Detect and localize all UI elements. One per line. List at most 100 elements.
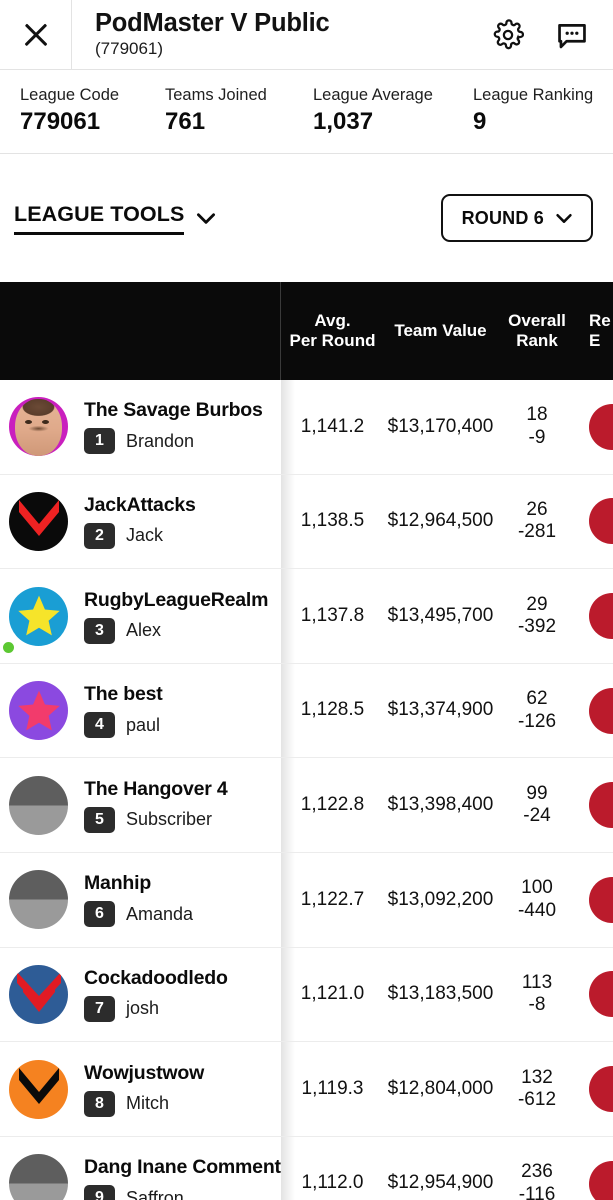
- team-name: Wowjustwow: [84, 1061, 205, 1084]
- cell-avg-per-round: 1,128.5: [300, 699, 365, 721]
- stat-value: 9: [473, 108, 487, 136]
- stat-label: League Code: [20, 86, 120, 104]
- avatar[interactable]: [9, 870, 68, 930]
- avatar[interactable]: [9, 586, 68, 646]
- table-row[interactable]: The Hangover 4 5 Subscriber 1,122.8 $13,398,…: [0, 758, 613, 854]
- player-chip-icon[interactable]: [589, 1160, 613, 1200]
- owner-line: 3 Alex: [84, 617, 268, 644]
- team-name: The best: [84, 683, 163, 706]
- overall-rank-delta: -612: [517, 1089, 557, 1111]
- avatar[interactable]: [9, 775, 68, 835]
- position-badge: 4: [84, 712, 115, 739]
- team-name: JackAttacks: [84, 493, 196, 516]
- team-cell[interactable]: Wowjustwow 8 Mitch: [0, 1042, 295, 1136]
- column-header-line1: Overall: [508, 311, 566, 331]
- avatar[interactable]: [9, 491, 68, 551]
- table-row[interactable]: Manhip 6 Amanda 1,122.7 $13,092,200 100 -440: [0, 853, 613, 948]
- cell-overall-rank: 62 -126: [497, 688, 577, 733]
- overall-rank-delta: -116: [518, 1183, 556, 1200]
- owner-name: Amanda: [126, 903, 194, 924]
- table-row[interactable]: JackAttacks 2 Jack 1,138.5 $12,964,500 26 -281: [0, 474, 613, 570]
- player-chip-icon[interactable]: [589, 1066, 613, 1113]
- column-header-team-value[interactable]: Team Value: [384, 321, 497, 341]
- player-chip-icon[interactable]: [589, 687, 613, 734]
- table-row[interactable]: The best 4 paul 1,128.5 $13,374,900 62 -126: [0, 663, 613, 759]
- position-badge: 3: [84, 617, 115, 644]
- column-header-line2: Per Round: [289, 331, 376, 351]
- chat-button[interactable]: [553, 16, 591, 54]
- team-info: Dang Inane Comment 9 Saffron: [84, 1156, 281, 1200]
- table-row[interactable]: RugbyLeagueRealm 3 Alex 1,137.8 $13,495,700 2…: [0, 569, 613, 664]
- team-cell[interactable]: The best 4 paul: [0, 663, 295, 758]
- team-cell[interactable]: Dang Inane Comment 9 Saffron: [0, 1136, 295, 1200]
- league-tools-dropdown[interactable]: LEAGUE TOOLS: [14, 202, 219, 235]
- player-chip-icon[interactable]: [589, 593, 613, 640]
- position-badge: 5: [84, 806, 115, 833]
- cell-avg-per-round: 1,122.8: [300, 794, 365, 816]
- cell-overall-rank: 100 -440: [497, 877, 577, 922]
- column-header-line1: Avg.: [314, 311, 351, 331]
- online-status-dot: [1, 639, 16, 655]
- cell-team-value: $12,954,900: [387, 1172, 494, 1194]
- table-header-row: Avg. Per Round Team Value Overall Rank R…: [0, 282, 613, 381]
- column-header-truncated[interactable]: Re E: [577, 311, 613, 351]
- avatar[interactable]: [9, 964, 68, 1024]
- table-body: The Savage Burbos 1 Brandon 1,141.2 $13,170,…: [0, 380, 613, 1200]
- owner-name: Mitch: [126, 1093, 170, 1114]
- avatar[interactable]: [9, 1059, 68, 1119]
- stat-value: 779061: [20, 108, 101, 136]
- overall-rank-value: 100: [521, 877, 553, 899]
- player-chip-icon[interactable]: [589, 498, 613, 545]
- column-header-overall-rank[interactable]: Overall Rank: [497, 311, 577, 351]
- team-cell[interactable]: The Savage Burbos 1 Brandon: [0, 380, 295, 474]
- overall-rank-value: 236: [521, 1161, 553, 1183]
- avatar[interactable]: [9, 397, 68, 457]
- cell-overall-rank: 236 -116: [497, 1161, 577, 1200]
- team-name: The Savage Burbos: [84, 399, 263, 422]
- overall-rank-value: 18: [526, 404, 548, 426]
- overall-rank-delta: -8: [528, 994, 546, 1016]
- round-selector-button[interactable]: ROUND 6: [440, 194, 593, 243]
- player-chip-icon[interactable]: [589, 876, 613, 923]
- player-chip-icon[interactable]: [589, 971, 613, 1018]
- stat-league-code: League Code 779061: [0, 84, 145, 137]
- chevron-emblem-icon: [18, 1068, 59, 1105]
- team-cell[interactable]: Cockadoodledo 7 josh: [0, 947, 295, 1042]
- page-title-block: PodMaster V Public (779061): [72, 0, 489, 69]
- column-header-line2: Rank: [516, 331, 558, 351]
- team-cell[interactable]: Manhip 6 Amanda: [0, 853, 295, 947]
- avatar[interactable]: [9, 681, 68, 741]
- close-button[interactable]: [0, 0, 72, 69]
- position-badge: 6: [84, 901, 115, 928]
- page-subtitle: (779061): [95, 39, 164, 59]
- table-row[interactable]: Cockadoodledo 7 josh 1,121.0 $13,183,500 113-…: [0, 947, 613, 1043]
- team-info: The Hangover 4 5 Subscriber: [84, 778, 228, 833]
- cell-overall-rank: 99 -24: [497, 783, 577, 828]
- team-cell[interactable]: JackAttacks 2 Jack: [0, 474, 295, 569]
- overall-rank-value: 26: [526, 499, 548, 521]
- cell-overall-rank: 26 -281: [497, 499, 577, 544]
- overall-rank-value: 113: [521, 972, 553, 994]
- avatar[interactable]: [9, 1154, 68, 1200]
- overall-rank-delta: -24: [523, 805, 551, 827]
- table-row[interactable]: The Savage Burbos 1 Brandon 1,141.2 $13,170,…: [0, 380, 613, 475]
- cell-team-value: $13,398,400: [387, 794, 494, 816]
- league-tools-label: LEAGUE TOOLS: [14, 202, 185, 235]
- avatar-photo: [15, 399, 62, 457]
- column-header-avg-per-round[interactable]: Avg. Per Round: [281, 311, 384, 351]
- table-row[interactable]: Wowjustwow 8 Mitch 1,119.3 $12,804,000 132 -61…: [0, 1042, 613, 1137]
- overall-rank-value: 99: [526, 782, 548, 804]
- avatar-photo-detail: [42, 419, 50, 424]
- position-badge: 9: [84, 1185, 115, 1200]
- team-cell[interactable]: RugbyLeagueRealm 3 Alex: [0, 569, 295, 663]
- player-chip-icon[interactable]: [589, 403, 613, 450]
- cell-avg-per-round: 1,119.3: [301, 1077, 364, 1099]
- stat-label: League Ranking: [473, 86, 594, 104]
- table-row[interactable]: Dang Inane Comment 9 Saffron 1,112.0 $12,954…: [0, 1136, 613, 1200]
- player-chip-icon[interactable]: [589, 782, 613, 829]
- stat-value: 1,037: [313, 108, 374, 136]
- settings-button[interactable]: [489, 16, 527, 54]
- team-cell[interactable]: The Hangover 4 5 Subscriber: [0, 758, 295, 853]
- chevron-down-icon: [556, 214, 572, 224]
- owner-name: Alex: [126, 620, 162, 641]
